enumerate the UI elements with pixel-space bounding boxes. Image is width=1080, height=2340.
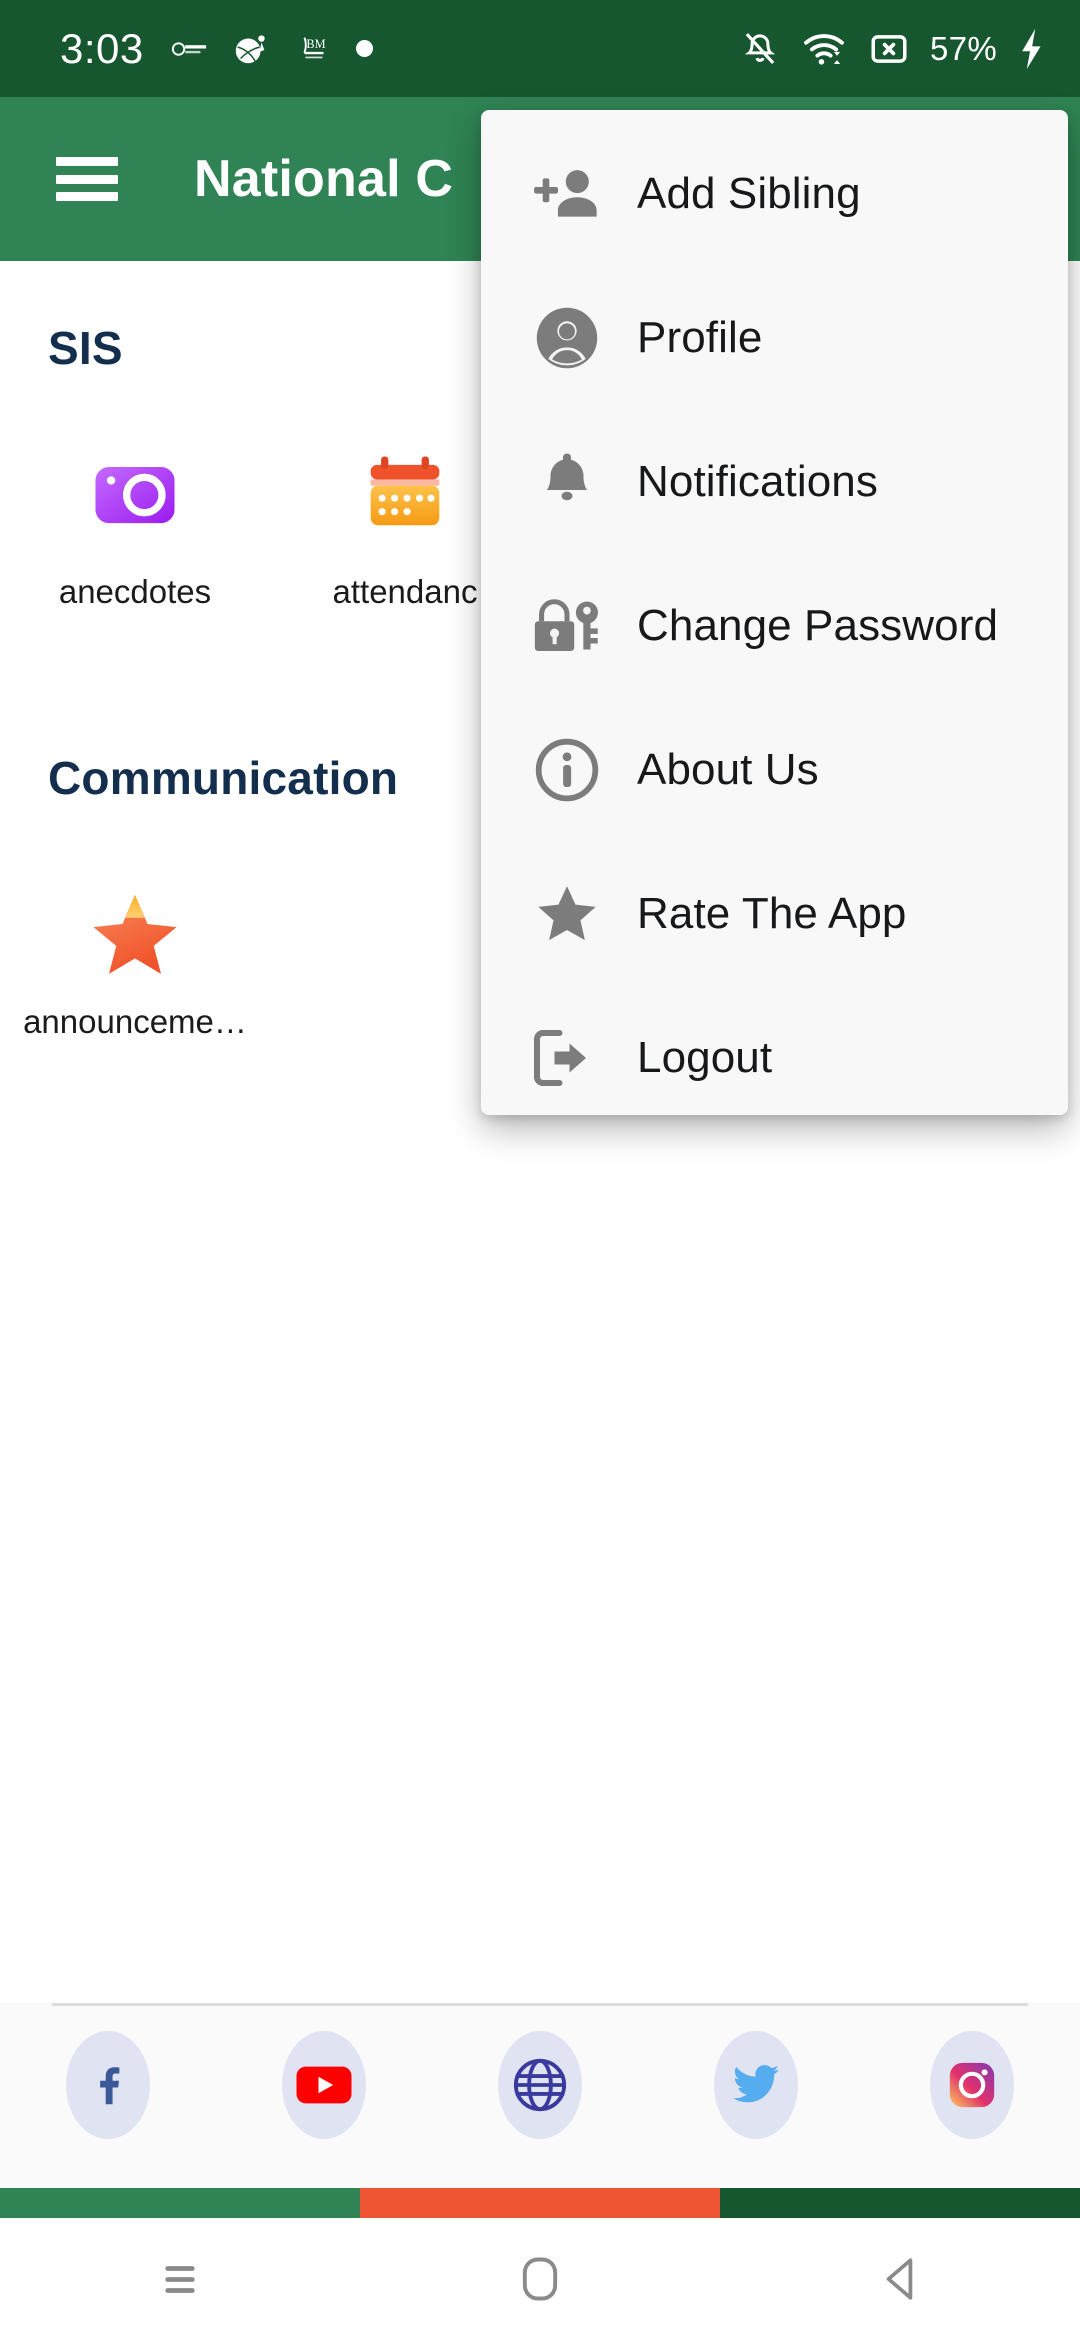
wifi-icon bbox=[804, 33, 844, 65]
info-circle-icon bbox=[531, 734, 603, 806]
notification-dot-icon bbox=[355, 40, 373, 57]
star-icon bbox=[531, 878, 603, 950]
status-bar-notification-icons: BM bbox=[170, 30, 373, 68]
home-button[interactable] bbox=[480, 2239, 600, 2319]
tile-label: announceme… bbox=[23, 1003, 247, 1040]
menu-item-change-password[interactable]: Change Password bbox=[481, 554, 1068, 698]
account-circle-icon bbox=[531, 302, 603, 374]
menu-item-about-us[interactable]: About Us bbox=[481, 698, 1068, 842]
status-bar-right: 57% bbox=[739, 26, 1046, 72]
menu-item-add-sibling[interactable]: Add Sibling bbox=[481, 122, 1068, 266]
tricolor-segment-2 bbox=[360, 2188, 720, 2218]
battery-charging-icon bbox=[1022, 28, 1041, 69]
bell-off-icon bbox=[744, 32, 776, 64]
menu-item-notifications[interactable]: Notifications bbox=[481, 410, 1068, 554]
section-title-communication: Communication bbox=[48, 752, 399, 804]
calendar-icon bbox=[352, 441, 458, 547]
website-icon[interactable] bbox=[498, 2031, 582, 2139]
tricolor-band bbox=[0, 2188, 1080, 2218]
status-bar-left: 3:03 BM bbox=[60, 25, 373, 73]
hamburger-menu-icon[interactable] bbox=[56, 157, 118, 201]
tricolor-segment-1 bbox=[0, 2188, 360, 2218]
menu-item-label: Add Sibling bbox=[637, 169, 861, 218]
app-badge-jbm-icon: BM bbox=[303, 37, 325, 58]
menu-item-logout[interactable]: Logout bbox=[481, 986, 1068, 1130]
social-icon-row bbox=[0, 2031, 1080, 2139]
instagram-icon[interactable] bbox=[930, 2031, 1014, 2139]
tricolor-segment-3 bbox=[720, 2188, 1080, 2218]
tile-label: attendanc bbox=[332, 573, 478, 610]
tile-anecdotes[interactable]: anecdotes bbox=[0, 441, 270, 611]
menu-item-label: Profile bbox=[637, 313, 763, 362]
recents-button[interactable] bbox=[120, 2239, 240, 2319]
star-icon bbox=[82, 871, 188, 977]
twitter-icon[interactable] bbox=[714, 2031, 798, 2139]
overflow-dropdown-menu: Add Sibling Profile Notifications Change… bbox=[481, 110, 1068, 1115]
status-bar: 3:03 BM 57% bbox=[0, 0, 1080, 97]
lock-key-icon bbox=[531, 590, 603, 662]
camera-icon bbox=[82, 441, 188, 547]
section-title-sis: SIS bbox=[48, 322, 123, 374]
social-bar bbox=[0, 2003, 1080, 2188]
divider bbox=[52, 2003, 1028, 2006]
tile-label: anecdotes bbox=[58, 573, 212, 610]
menu-item-label: Rate The App bbox=[637, 889, 907, 938]
menu-item-label: Change Password bbox=[637, 601, 999, 650]
battery-percentage: 57% bbox=[930, 29, 997, 67]
menu-item-label: Notifications bbox=[637, 457, 878, 506]
svg-text:BM: BM bbox=[306, 37, 325, 51]
menu-item-rate-the-app[interactable]: Rate The App bbox=[481, 842, 1068, 986]
status-bar-clock: 3:03 bbox=[60, 24, 144, 72]
tile-announcements[interactable]: announceme… bbox=[0, 871, 270, 1041]
bell-icon bbox=[531, 446, 603, 518]
youtube-icon[interactable] bbox=[282, 2031, 366, 2139]
app-badge-lakshya-icon bbox=[171, 41, 206, 56]
menu-item-profile[interactable]: Profile bbox=[481, 266, 1068, 410]
app-badge-sports-icon bbox=[235, 34, 265, 63]
back-button[interactable] bbox=[840, 2239, 960, 2319]
page-title: National C bbox=[194, 150, 454, 208]
sim-card-off-icon bbox=[871, 34, 907, 63]
menu-item-label: Logout bbox=[637, 1033, 773, 1082]
menu-item-label: About Us bbox=[637, 745, 819, 794]
person-add-icon bbox=[531, 158, 603, 230]
facebook-icon[interactable] bbox=[66, 2031, 150, 2139]
logout-icon bbox=[531, 1022, 603, 1094]
android-nav-bar bbox=[0, 2218, 1080, 2340]
